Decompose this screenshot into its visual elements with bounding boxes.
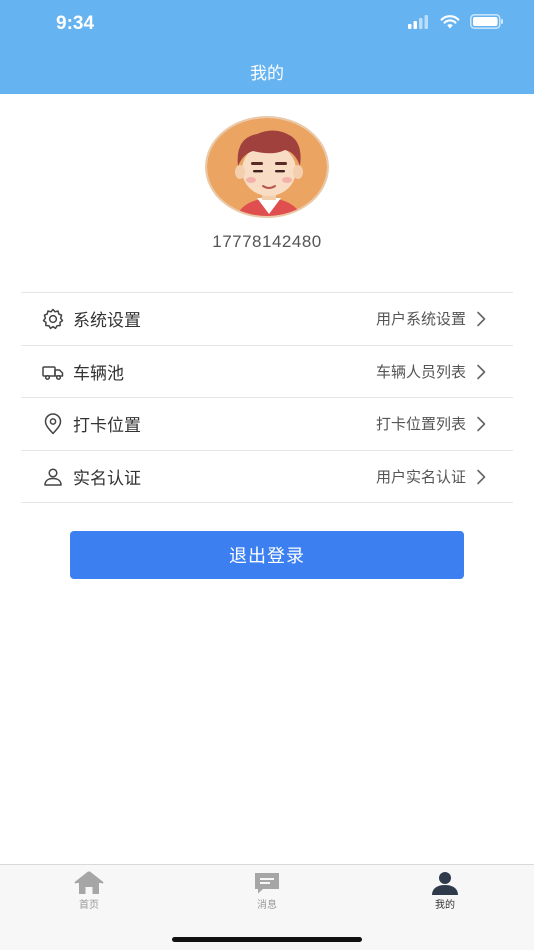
battery-icon: [470, 14, 503, 29]
chevron-right-icon: [477, 364, 486, 379]
tab-home[interactable]: 首页: [49, 871, 129, 911]
menu-item-vehicle-pool[interactable]: 车辆池 车辆人员列表: [21, 346, 513, 398]
tab-label: 消息: [257, 900, 277, 911]
avatar[interactable]: [205, 116, 329, 218]
menu-list: 系统设置 用户系统设置 车辆池 车辆人员列表 打卡位置 打卡位置列表 实名认证 …: [21, 292, 513, 503]
status-icons: [408, 14, 504, 29]
chevron-right-icon: [477, 416, 486, 432]
chevron-right-icon: [477, 311, 486, 327]
person-icon: [432, 872, 458, 895]
menu-item-real-name-verification[interactable]: 实名认证 用户实名认证: [21, 451, 513, 503]
phone-number: 17778142480: [212, 232, 322, 251]
menu-item-value: 打卡位置列表: [375, 415, 466, 434]
menu-item-label: 打卡位置: [73, 416, 141, 437]
tab-messages[interactable]: 消息: [227, 871, 307, 911]
tab-label: 首页: [79, 900, 99, 911]
wifi-icon: [440, 14, 460, 28]
truck-icon: [42, 365, 64, 380]
menu-item-checkin-location[interactable]: 打卡位置 打卡位置列表: [21, 398, 513, 451]
home-indicator: [172, 937, 362, 942]
menu-item-label: 车辆池: [73, 363, 124, 384]
menu-item-value: 车辆人员列表: [375, 362, 466, 381]
menu-item-value: 用户实名认证: [375, 467, 466, 486]
page-title: 我的: [250, 64, 284, 84]
message-icon: [255, 873, 279, 894]
menu-item-label: 实名认证: [73, 468, 141, 489]
home-icon: [74, 871, 104, 894]
location-pin-icon: [44, 413, 62, 435]
menu-item-value: 用户系统设置: [375, 310, 466, 329]
chevron-right-icon: [477, 469, 486, 484]
header-bar: 9:34 我的: [0, 0, 534, 94]
menu-item-label: 系统设置: [73, 311, 141, 332]
gear-icon: [42, 308, 64, 330]
status-time: 9:34: [56, 13, 95, 34]
user-icon: [44, 467, 62, 486]
signal-icon: [408, 14, 428, 29]
logout-button[interactable]: 退出登录: [70, 531, 464, 579]
tab-mine[interactable]: 我的: [405, 871, 485, 911]
menu-item-system-settings[interactable]: 系统设置 用户系统设置: [21, 293, 513, 346]
tab-label: 我的: [435, 900, 455, 911]
